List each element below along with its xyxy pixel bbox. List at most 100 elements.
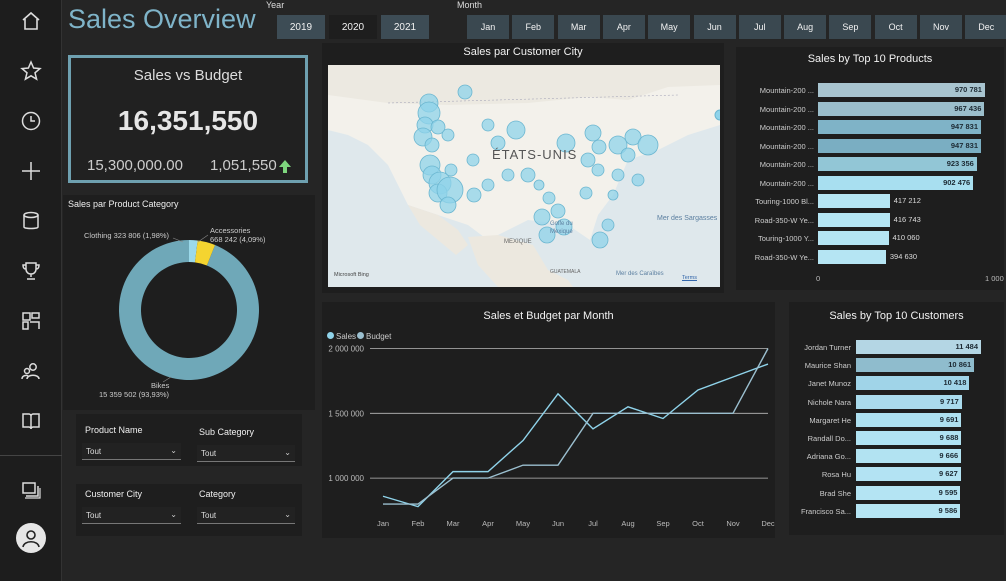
product-bar-1[interactable]: 967 436 — [818, 101, 985, 116]
line-chart: 1 000 000 1 500 000 2 000 000 Jan Feb Mar Apr M… — [328, 344, 775, 528]
city-map[interactable] — [328, 65, 720, 287]
terms-link[interactable]: Terms — [682, 275, 697, 281]
city-bubble[interactable] — [533, 179, 545, 191]
city-bubble[interactable] — [580, 152, 596, 168]
y-tick-label: 2 000 000 — [328, 344, 364, 353]
people-icon[interactable] — [15, 355, 47, 387]
city-bubble[interactable] — [457, 84, 473, 100]
month-oct-button[interactable]: Oct — [874, 15, 917, 39]
y-tick-label: 1 500 000 — [328, 409, 364, 418]
city-bubble[interactable] — [584, 124, 602, 142]
product-label-5: Mountain-200 ... — [759, 178, 814, 188]
customer-bar-7[interactable]: 9 627 — [856, 467, 961, 482]
customer-bar-2[interactable]: 10 418 — [856, 376, 970, 391]
month-aug-button[interactable]: Aug — [784, 15, 827, 39]
product-bar-3[interactable]: 947 831 — [818, 138, 982, 153]
month-jun-button[interactable]: Jun — [693, 15, 736, 39]
city-bubble[interactable] — [520, 167, 536, 183]
plus-icon[interactable] — [15, 155, 47, 187]
product-name-value: Tout — [86, 447, 102, 456]
product-value-1: 967 436 — [954, 103, 982, 113]
city-bubble[interactable] — [579, 186, 593, 200]
year-2020-button[interactable]: 2020 — [329, 15, 377, 39]
city-bubble[interactable] — [620, 147, 636, 163]
city-bubble[interactable] — [542, 191, 556, 205]
city-bubble[interactable] — [501, 168, 515, 182]
chevron-down-icon: ⌄ — [284, 448, 291, 457]
month-jan-button[interactable]: Jan — [467, 15, 509, 39]
customer-bar-5[interactable]: 9 688 — [856, 431, 962, 445]
customer-bar-3[interactable]: 9 717 — [856, 394, 962, 409]
city-bubble[interactable] — [533, 208, 551, 226]
month-sep-button[interactable]: Sep — [829, 15, 872, 39]
customer-label-7: Rosa Hu — [821, 470, 851, 480]
clothing-label: Clothing 323 806 (1,98%) — [84, 231, 170, 240]
clock-icon[interactable] — [15, 105, 47, 137]
month-mar-button[interactable]: Mar — [557, 15, 600, 39]
product-label-8: Touring-1000 Y... — [757, 234, 814, 243]
month-may-button[interactable]: May — [648, 15, 691, 39]
category-dropdown[interactable]: Tout ⌄ — [197, 507, 295, 524]
trophy-icon[interactable] — [15, 255, 47, 287]
city-bubble[interactable] — [611, 168, 625, 182]
city-bubble[interactable] — [444, 163, 458, 177]
customer-bar-1[interactable]: 10 861 — [856, 358, 975, 373]
home-icon[interactable] — [15, 5, 47, 37]
star-icon[interactable] — [15, 55, 47, 87]
product-bar-6[interactable] — [818, 194, 890, 208]
city-bubble[interactable] — [506, 120, 526, 140]
city-bubble[interactable] — [466, 187, 482, 203]
city-bubble[interactable] — [424, 137, 440, 153]
apps-icon[interactable] — [15, 305, 47, 337]
city-bubble[interactable] — [637, 134, 659, 156]
customer-bar-0[interactable]: 11 484 — [856, 340, 981, 354]
month-dec-button[interactable]: Dec — [965, 15, 1006, 39]
city-bubble[interactable] — [466, 153, 480, 167]
product-label-3: Mountain-200 ... — [759, 141, 814, 151]
sub-category-value: Tout — [201, 449, 217, 458]
customer-bar-9[interactable]: 9 586 — [856, 503, 961, 518]
series-line-budget[interactable] — [383, 348, 769, 505]
customer-label-8: Brad She — [819, 488, 851, 498]
customer-bar-4[interactable]: 9 691 — [856, 412, 962, 427]
product-bar-4[interactable]: 923 356 — [818, 157, 977, 171]
product-label-1: Mountain-200 ... — [759, 104, 814, 114]
workspaces-icon[interactable] — [15, 474, 47, 506]
city-bubble[interactable] — [607, 189, 619, 201]
series-line-sales[interactable] — [382, 363, 769, 508]
year-2021-button[interactable]: 2021 — [381, 15, 429, 39]
city-bubble[interactable] — [481, 178, 495, 192]
sub-category-dropdown[interactable]: Tout ⌄ — [197, 445, 295, 462]
x-tick-label-apr: Apr — [482, 519, 494, 528]
customer-city-dropdown[interactable]: Tout ⌄ — [82, 507, 181, 524]
month-apr-button[interactable]: Apr — [602, 15, 645, 39]
year-2019-button[interactable]: 2019 — [277, 15, 325, 39]
avatar[interactable] — [16, 523, 46, 553]
city-bubble[interactable] — [591, 139, 607, 155]
sales-budget-line-panel: Sales et Budget par Month Sales Budget 1… — [322, 302, 775, 538]
product-bar-2[interactable]: 947 831 — [818, 120, 982, 134]
month-nov-button[interactable]: Nov — [920, 15, 962, 39]
product-bar-7[interactable] — [818, 212, 890, 227]
month-feb-button[interactable]: Feb — [512, 15, 555, 39]
city-bubble[interactable] — [439, 196, 457, 214]
product-bar-9[interactable] — [818, 249, 886, 264]
city-bubble[interactable] — [481, 118, 495, 132]
product-name-dropdown[interactable]: Tout ⌄ — [82, 443, 181, 460]
city-bubble[interactable] — [441, 128, 455, 142]
customer-bar-8[interactable]: 9 595 — [856, 485, 961, 500]
database-icon[interactable] — [15, 205, 47, 237]
city-bubble[interactable] — [591, 163, 605, 177]
city-bubble[interactable] — [591, 231, 609, 249]
product-bar-8[interactable] — [818, 231, 889, 245]
city-bubble[interactable] — [631, 173, 645, 187]
month-jul-button[interactable]: Jul — [738, 15, 781, 39]
product-bar-0[interactable]: 970 781 — [818, 83, 985, 97]
product-bar-5[interactable]: 902 476 — [818, 175, 974, 190]
city-bubble[interactable] — [550, 203, 566, 219]
customer-label-4: Margaret He — [809, 415, 851, 425]
city-bubble[interactable] — [601, 218, 615, 232]
book-icon[interactable] — [15, 405, 47, 437]
kpi-budget: 15,300,000.00 — [87, 157, 183, 174]
customer-bar-6[interactable]: 9 666 — [856, 449, 962, 464]
